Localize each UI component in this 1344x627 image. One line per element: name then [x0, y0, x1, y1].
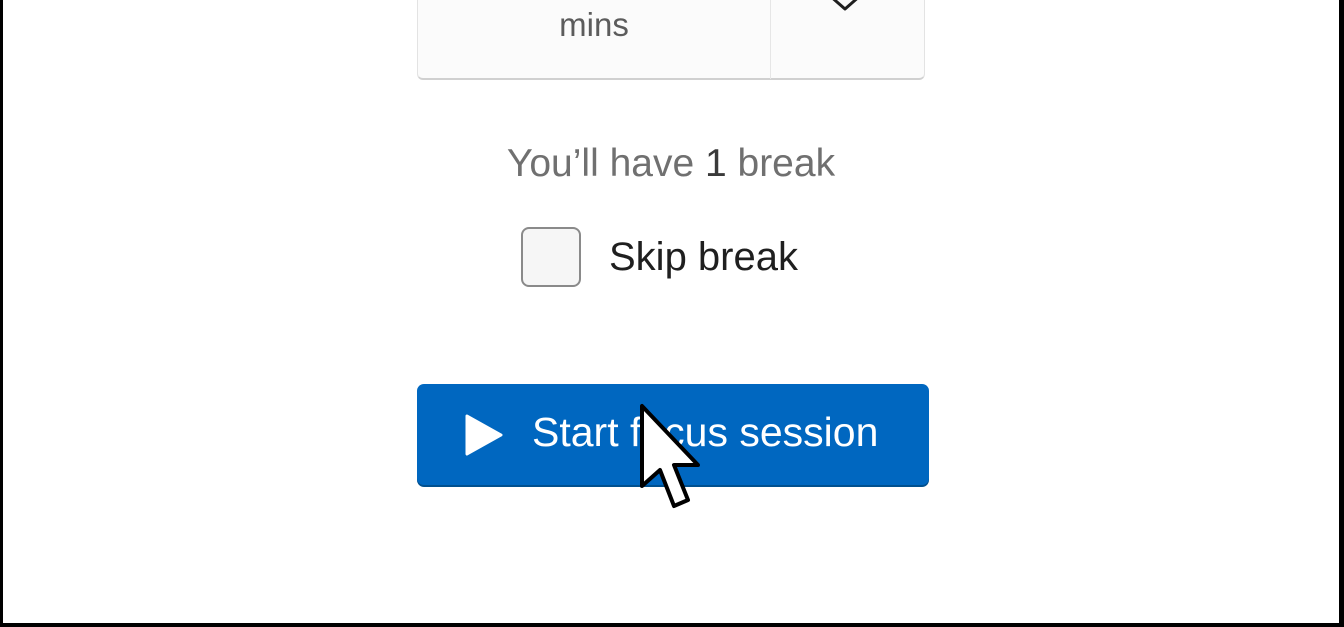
- skip-break-option[interactable]: Skip break: [521, 225, 798, 289]
- break-count: 1: [704, 142, 727, 185]
- duration-value-field[interactable]: mins: [418, 0, 771, 79]
- break-summary-suffix: break: [726, 142, 836, 185]
- chevron-down-icon: [832, 0, 858, 11]
- skip-break-checkbox[interactable]: [521, 227, 581, 287]
- skip-break-label[interactable]: Skip break: [609, 235, 798, 280]
- break-summary-prefix: You’ll have: [506, 142, 705, 185]
- start-focus-session-button[interactable]: Start focus session: [417, 384, 929, 485]
- duration-spinner[interactable]: mins: [417, 0, 925, 80]
- play-icon: [465, 414, 503, 456]
- decrease-duration-button[interactable]: [771, 0, 924, 79]
- focus-session-panel: mins You’ll have 1 break Skip break Star…: [3, 0, 1339, 623]
- duration-unit-label: mins: [559, 6, 629, 43]
- start-focus-session-label: Start focus session: [532, 409, 879, 455]
- break-summary-text: You’ll have 1 break: [3, 142, 1339, 186]
